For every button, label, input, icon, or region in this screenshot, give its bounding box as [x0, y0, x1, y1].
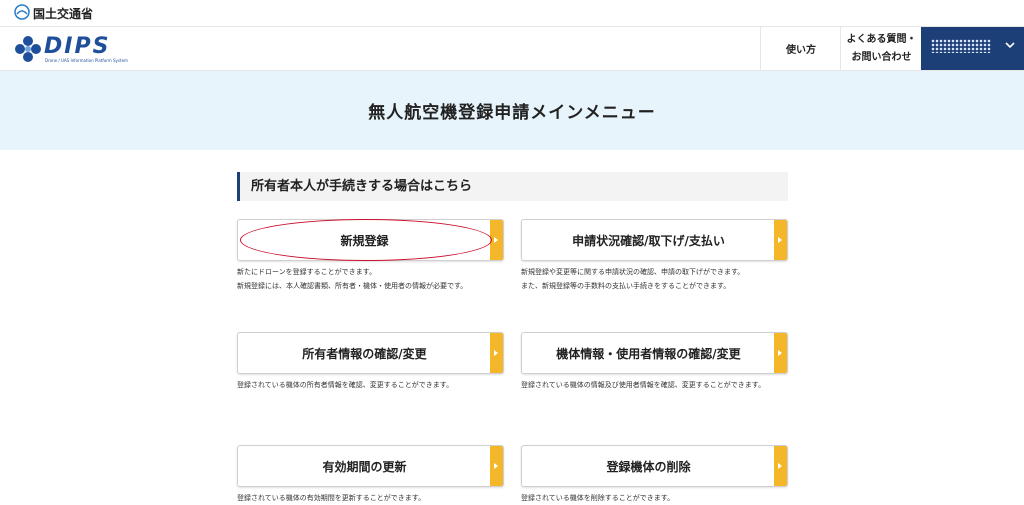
arrow-right-icon [774, 446, 787, 486]
card-label: 機体情報・使用者情報の確認/変更 [556, 346, 741, 361]
renewal-button[interactable]: 有効期間の更新 [237, 445, 504, 487]
card-description-line: また、新規登録等の手数料の支払い手続きをすることができます。 [521, 282, 731, 290]
card-description: 登録されている機体の所有者情報を確認、変更することができます。 [237, 378, 512, 392]
page-title: 無人航空機登録申請メインメニュー [368, 103, 656, 123]
nav-howto-label: 使い方 [786, 45, 816, 56]
site-header: DIPS Drone / UAS Information Platform Sy… [0, 27, 1024, 71]
card-description: 登録されている機体の有効期間を更新することができます。 [237, 491, 512, 505]
user-name-redacted [931, 39, 991, 53]
chevron-down-icon [1005, 42, 1015, 49]
card-description: 登録されている機体の情報及び使用者情報を確認、変更することができます。 [521, 378, 796, 392]
application-status-button[interactable]: 申請状況確認/取下げ/支払い [521, 219, 788, 261]
card-label: 有効期間の更新 [322, 459, 407, 474]
new-registration-button[interactable]: 新規登録 [237, 219, 504, 261]
user-menu[interactable] [921, 27, 1024, 70]
section-heading: 所有者本人が手続きする場合はこちら [237, 172, 788, 201]
card-description-line: 新規登録には、本人確認書類、所有者・機体・使用者の情報が必要です。 [237, 282, 468, 290]
card-label: 申請状況確認/取下げ/支払い [572, 233, 725, 248]
nav-howto[interactable]: 使い方 [760, 27, 841, 70]
card-description-line: 登録されている機体の所有者情報を確認、変更することができます。 [237, 381, 454, 389]
card-description: 新たにドローンを登録することができます。 新規登録には、本人確認書類、所有者・機… [237, 265, 512, 293]
ministry-name[interactable]: 国土交通省 [33, 5, 93, 22]
arrow-right-icon [490, 220, 503, 260]
card-description-line: 登録されている機体の情報及び使用者情報を確認、変更することができます。 [521, 381, 766, 389]
ministry-bar: 国土交通省 [0, 0, 1024, 27]
aircraft-user-info-button[interactable]: 機体情報・使用者情報の確認/変更 [521, 332, 788, 374]
nav-faq-contact[interactable]: よくある質問・ お問い合わせ [840, 27, 922, 70]
card-label: 登録機体の削除 [606, 459, 691, 474]
card-description: 新規登録や変更等に関する申請状況の確認、申請の取下げができます。 また、新規登録… [521, 265, 796, 293]
dips-logo-text: DIPS [44, 34, 111, 59]
delete-aircraft-button[interactable]: 登録機体の削除 [521, 445, 788, 487]
hero-banner: 無人航空機登録申請メインメニュー [0, 71, 1024, 150]
card-label: 所有者情報の確認/変更 [302, 346, 427, 361]
arrow-right-icon [490, 446, 503, 486]
card-label: 新規登録 [340, 233, 389, 248]
mlit-logo-icon [14, 4, 30, 20]
dips-mark-icon [15, 36, 41, 62]
card-description: 登録されている機体を削除することができます。 [521, 491, 796, 505]
dips-logo[interactable]: DIPS Drone / UAS Information Platform Sy… [14, 34, 128, 64]
dips-logo-subtext: Drone / UAS Information Platform System [45, 58, 128, 63]
card-description-line: 新たにドローンを登録することができます。 [237, 268, 376, 276]
card-description-line: 登録されている機体の有効期間を更新することができます。 [237, 494, 426, 502]
arrow-right-icon [774, 333, 787, 373]
arrow-right-icon [490, 333, 503, 373]
arrow-right-icon [774, 220, 787, 260]
owner-info-button[interactable]: 所有者情報の確認/変更 [237, 332, 504, 374]
card-description-line: 新規登録や変更等に関する申請状況の確認、申請の取下げができます。 [521, 268, 745, 276]
nav-faq-label-line1: よくある質問・ [846, 33, 917, 45]
card-description-line: 登録されている機体を削除することができます。 [521, 494, 675, 502]
nav-faq-label-line2: お問い合わせ [851, 51, 912, 63]
